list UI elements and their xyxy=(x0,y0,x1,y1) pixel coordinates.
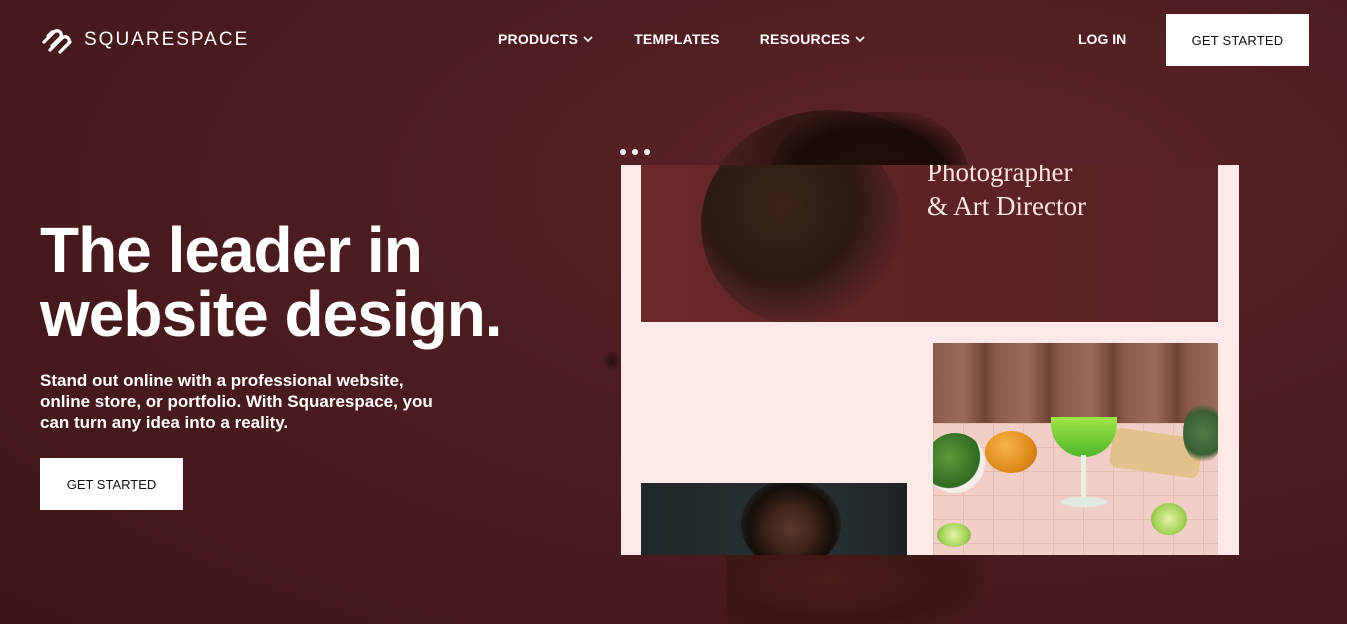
nav-templates[interactable]: TEMPLATES xyxy=(634,31,720,47)
mockup-window-dots xyxy=(620,149,650,155)
hero-subtext: Stand out online with a professional web… xyxy=(40,371,433,432)
top-nav: SQUARESPACE PRODUCTS TEMPLATES RESOURCES… xyxy=(0,0,1347,80)
window-dot xyxy=(632,149,638,155)
main-nav: PRODUCTS TEMPLATES RESOURCES xyxy=(498,31,866,47)
logo[interactable]: SQUARESPACE xyxy=(40,26,249,54)
window-dot xyxy=(620,149,626,155)
nav-resources[interactable]: RESOURCES xyxy=(760,31,866,47)
lime-slice xyxy=(937,523,971,547)
mockup-title-line2: & Art Director xyxy=(927,191,1086,221)
portrait-person xyxy=(741,483,841,555)
hero-headline: The leader in website design. xyxy=(40,218,560,346)
curtain-backdrop xyxy=(933,343,1218,423)
get-started-hero-button[interactable]: GET STARTED xyxy=(40,458,183,510)
mockup-portrait-photo xyxy=(641,483,907,555)
chevron-down-icon xyxy=(855,36,865,43)
mockup-still-life-photo xyxy=(933,343,1218,555)
chevron-down-icon xyxy=(583,36,593,43)
window-dot xyxy=(644,149,650,155)
hero-headline-line1: The leader in xyxy=(40,214,423,286)
kiwano-fruit xyxy=(985,431,1037,473)
logo-text: SQUARESPACE xyxy=(84,29,250,50)
mockup-face-photo xyxy=(701,165,901,322)
squarespace-logo-icon xyxy=(42,29,72,54)
hero-headline-line2: website design. xyxy=(40,278,503,350)
login-link[interactable]: LOG IN xyxy=(1078,31,1126,47)
nav-templates-label: TEMPLATES xyxy=(634,31,720,47)
website-mockup: Photographer & Art Director xyxy=(621,165,1239,555)
plant xyxy=(1183,403,1218,463)
get-started-nav-button[interactable]: GET STARTED xyxy=(1166,14,1309,66)
mockup-hero-image: Photographer & Art Director xyxy=(641,165,1218,322)
nav-products-label: PRODUCTS xyxy=(498,31,579,47)
cocktail-glass-stem xyxy=(1081,455,1086,499)
background-figure-shoulder xyxy=(726,555,986,624)
nav-resources-label: RESOURCES xyxy=(759,31,851,47)
background-sprig xyxy=(602,350,622,372)
cocktail-glass-base xyxy=(1060,497,1108,507)
mockup-title-line1: Photographer xyxy=(927,165,1073,187)
nav-products[interactable]: PRODUCTS xyxy=(498,31,594,47)
mockup-title: Photographer & Art Director xyxy=(927,165,1086,223)
lime-slice xyxy=(1151,503,1187,535)
